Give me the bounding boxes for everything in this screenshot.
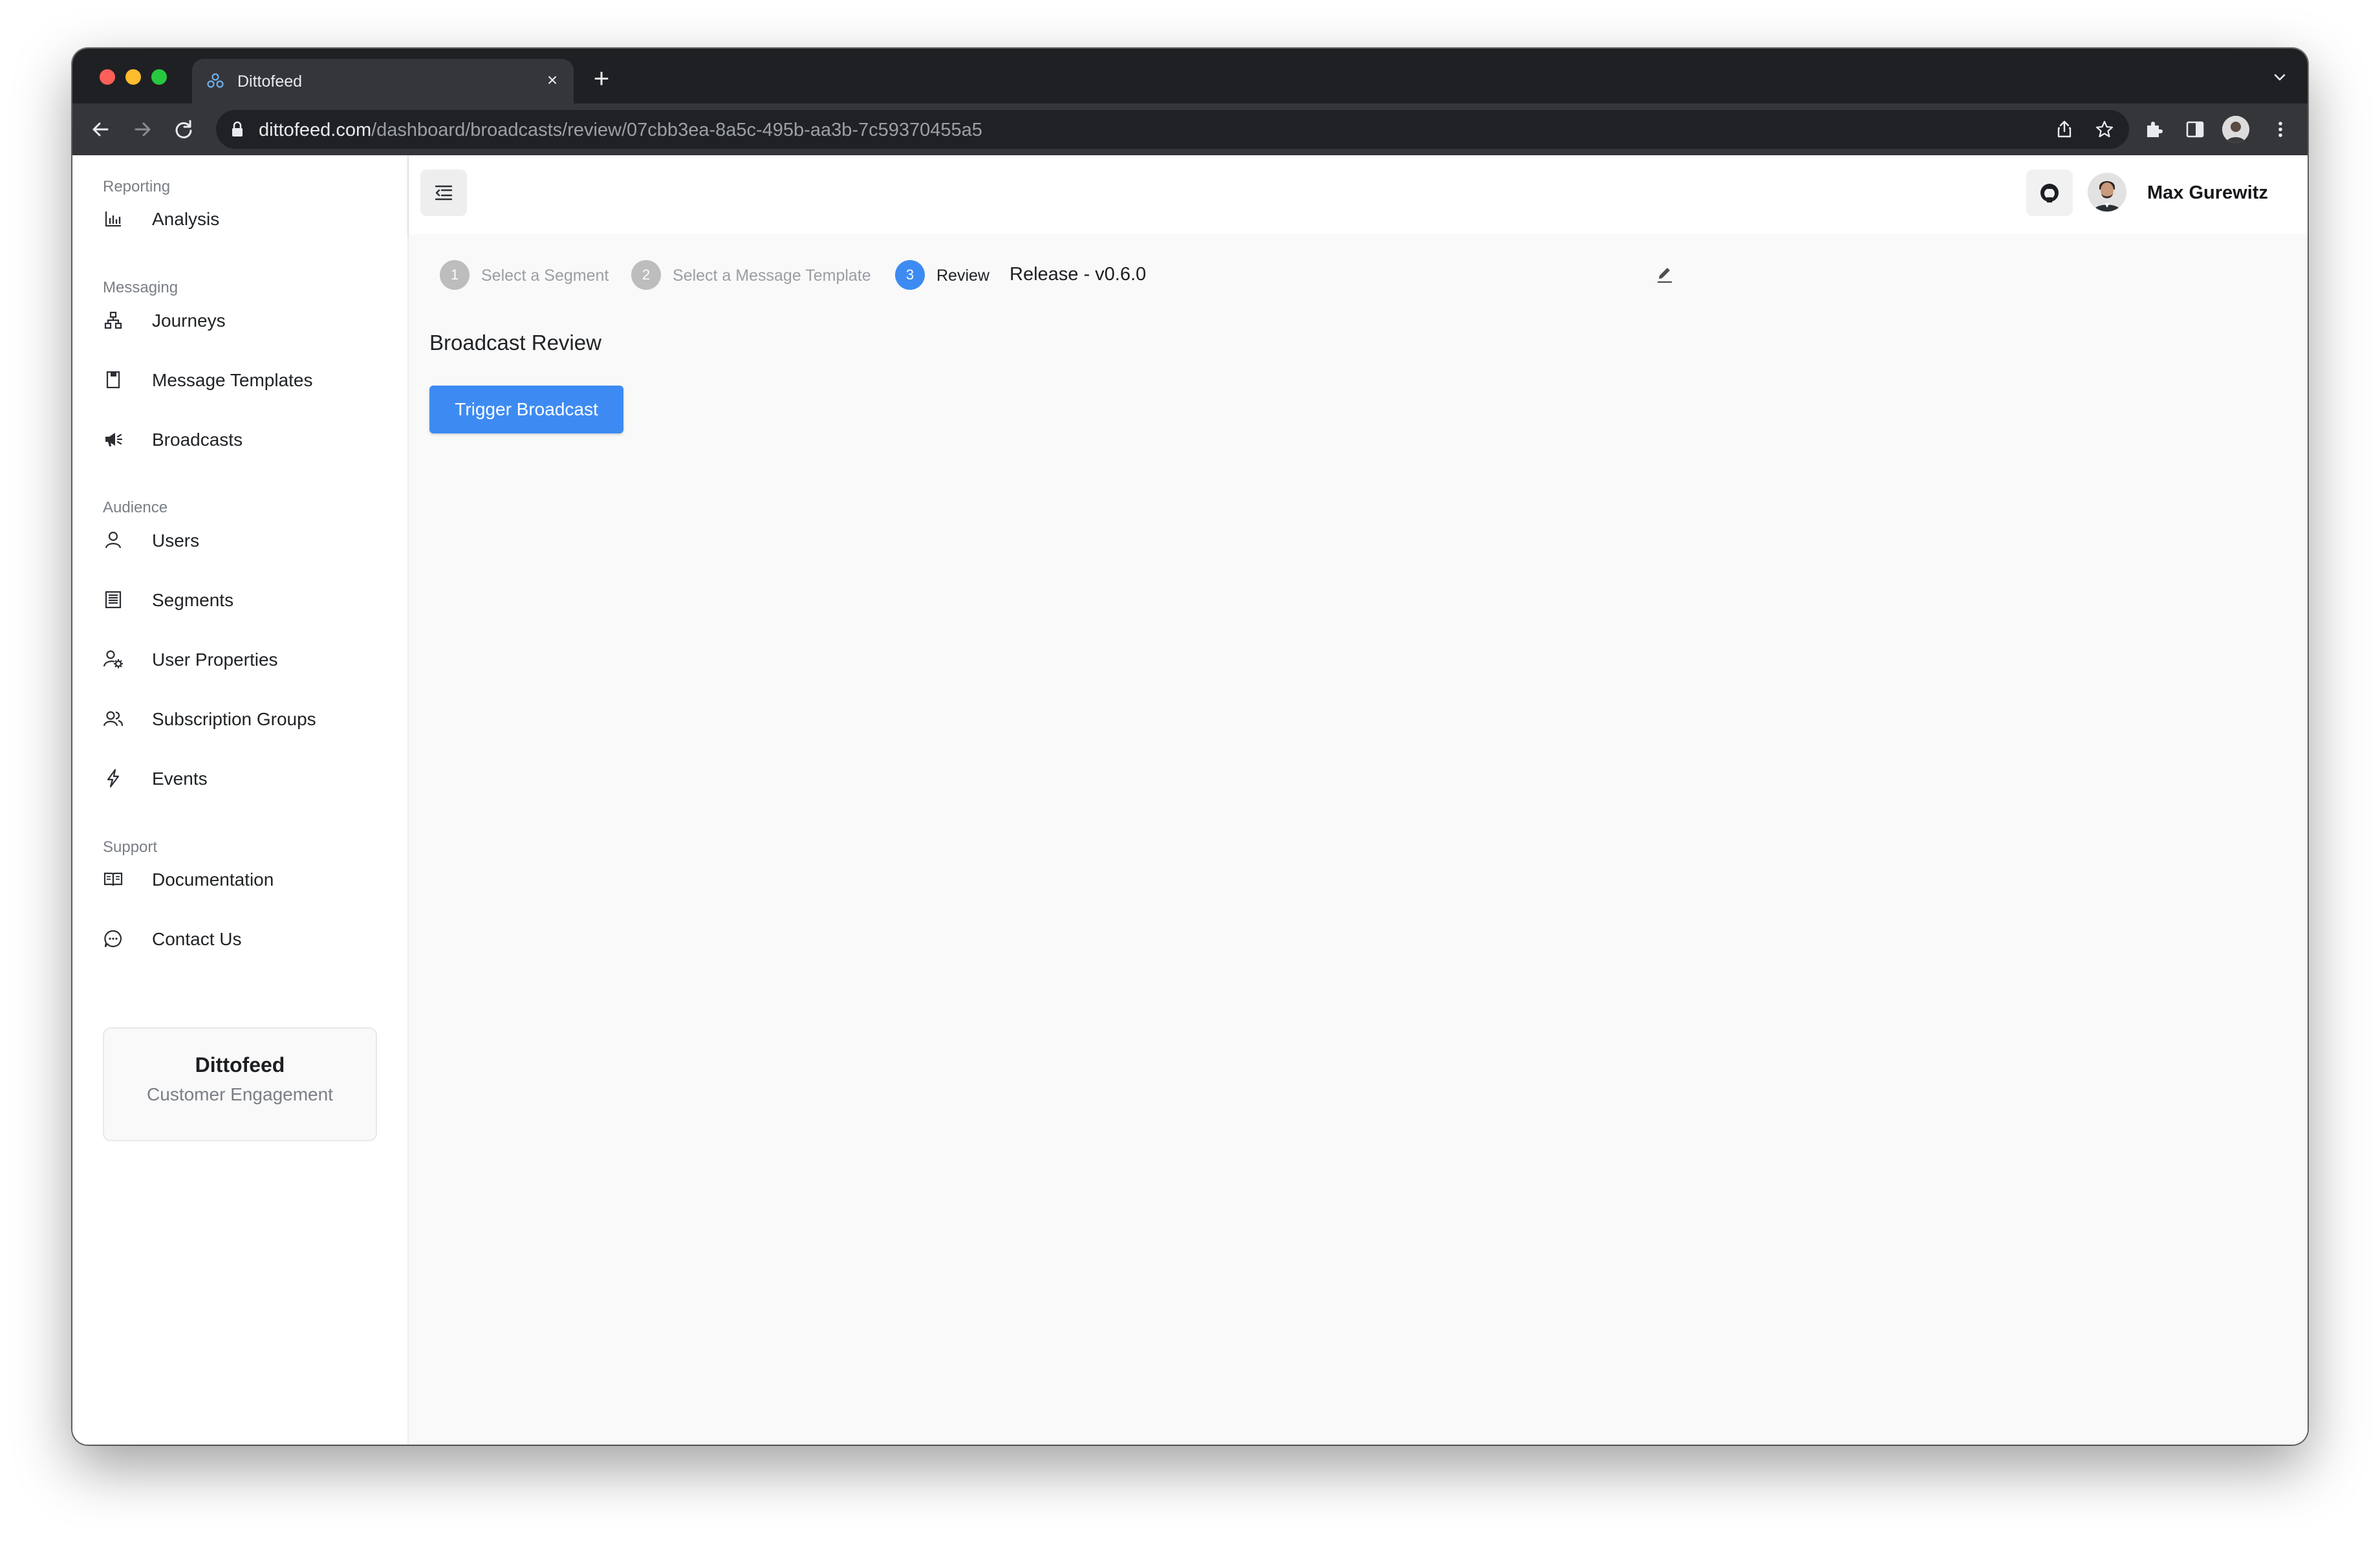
side-panel-icon[interactable] (2183, 118, 2207, 141)
sidebar-item-label: Users (152, 530, 200, 551)
url-path: /dashboard/broadcasts/review/07cbb3ea-8a… (371, 120, 982, 140)
sidebar-item-label: Documentation (152, 869, 274, 890)
section-label-audience: Audience (103, 499, 168, 516)
reload-icon[interactable] (171, 116, 197, 142)
sidebar-item-label: Journeys (152, 311, 226, 331)
user-photo-icon (2088, 173, 2126, 212)
forward-arrow-icon[interactable] (129, 116, 155, 142)
sidebar-item-label: Broadcasts (152, 430, 243, 450)
sidebar-item-users[interactable]: Users (103, 521, 381, 560)
main-content: 1 Select a Segment 2 Select a Message Te… (409, 234, 2308, 1445)
github-icon (2040, 184, 2059, 202)
sidebar: Reporting Analysis Messaging Journeys Me… (72, 155, 409, 1445)
promo-subtitle: Customer Engagement (147, 1084, 333, 1104)
section-label-support: Support (103, 838, 158, 856)
users-group-icon (103, 711, 124, 727)
profile-person-icon (2222, 116, 2249, 143)
sidebar-item-label: Message Templates (152, 370, 313, 390)
share-icon[interactable] (2054, 119, 2075, 140)
step-label: Review (936, 267, 990, 285)
hierarchy-icon (104, 311, 122, 329)
sidebar-item-segments[interactable]: Segments (103, 580, 381, 619)
sidebar-item-user-properties[interactable]: User Properties (103, 640, 381, 679)
user-settings-icon (103, 650, 123, 668)
app-header: Max Gurewitz (409, 155, 2308, 234)
bookmark-star-icon[interactable] (2094, 119, 2115, 140)
browser-toolbar: dittofeed.com/dashboard/broadcasts/revie… (72, 104, 2308, 155)
new-tab-button[interactable]: + (590, 65, 613, 92)
promo-card: Dittofeed Customer Engagement (103, 1027, 377, 1141)
edit-pencil-icon[interactable] (1654, 263, 1676, 285)
close-window-button[interactable] (100, 69, 115, 85)
url-text: dittofeed.com/dashboard/broadcasts/revie… (259, 120, 982, 140)
sidebar-item-broadcasts[interactable]: Broadcasts (103, 420, 381, 459)
maximize-window-button[interactable] (151, 69, 167, 85)
tab-title: Dittofeed (237, 72, 303, 91)
step-label: Select a Message Template (673, 267, 871, 285)
url-host: dittofeed.com (259, 120, 372, 140)
bar-chart-icon (105, 212, 121, 227)
dittofeed-favicon-icon (207, 73, 224, 88)
more-vertical-icon[interactable] (2269, 118, 2292, 141)
segments-icon (105, 591, 122, 609)
sidebar-item-message-templates[interactable]: Message Templates (103, 360, 381, 399)
sidebar-item-label: User Properties (152, 650, 278, 670)
sidebar-item-label: Segments (152, 590, 234, 610)
trigger-broadcast-button[interactable]: Trigger Broadcast (429, 386, 623, 433)
menu-collapse-icon (435, 185, 453, 201)
browser-window: Dittofeed × + dittofeed.com/dashboard/br… (72, 49, 2308, 1445)
menu-toggle-button[interactable] (420, 169, 467, 216)
minimize-window-button[interactable] (125, 69, 141, 85)
extensions-puzzle-icon[interactable] (2142, 118, 2165, 141)
user-name[interactable]: Max Gurewitz (2147, 182, 2268, 203)
profile-avatar[interactable] (2222, 116, 2249, 143)
sidebar-item-label: Subscription Groups (152, 709, 316, 729)
step-number: 2 (631, 260, 661, 290)
lock-icon (232, 121, 243, 137)
back-arrow-icon[interactable] (88, 116, 114, 142)
step-label: Select a Segment (481, 267, 609, 285)
step-number: 1 (440, 260, 470, 290)
browser-titlebar: Dittofeed × + (72, 49, 2308, 104)
sidebar-item-label: Contact Us (152, 929, 242, 949)
sidebar-item-label: Events (152, 769, 208, 789)
sidebar-item-documentation[interactable]: Documentation (103, 860, 381, 899)
book-icon (103, 872, 123, 886)
tab-close-icon[interactable]: × (543, 71, 562, 90)
sidebar-item-label: Analysis (152, 209, 220, 229)
section-label-reporting: Reporting (103, 178, 171, 195)
chevron-down-icon[interactable] (2270, 68, 2289, 87)
sidebar-item-events[interactable]: Events (103, 759, 381, 798)
user-avatar[interactable] (2088, 173, 2126, 212)
step-number: 3 (895, 260, 925, 290)
chat-icon (104, 930, 122, 948)
browser-tab[interactable]: Dittofeed × (192, 59, 574, 104)
dittofeed-app: Reporting Analysis Messaging Journeys Me… (72, 155, 2308, 1445)
user-icon (105, 531, 122, 549)
megaphone-icon (105, 433, 123, 446)
broadcast-name: Release - v0.6.0 (1010, 264, 1147, 285)
bolt-icon (107, 769, 120, 788)
sidebar-item-analysis[interactable]: Analysis (103, 199, 381, 238)
address-bar[interactable]: dittofeed.com/dashboard/broadcasts/revie… (216, 110, 2129, 149)
promo-title: Dittofeed (195, 1053, 285, 1077)
section-label-messaging: Messaging (103, 279, 178, 296)
sidebar-item-contact-us[interactable]: Contact Us (103, 919, 381, 958)
page-title: Broadcast Review (429, 331, 601, 355)
sidebar-item-subscription-groups[interactable]: Subscription Groups (103, 699, 381, 738)
sidebar-item-journeys[interactable]: Journeys (103, 301, 381, 340)
github-button[interactable] (2026, 169, 2073, 216)
document-icon (106, 371, 120, 389)
